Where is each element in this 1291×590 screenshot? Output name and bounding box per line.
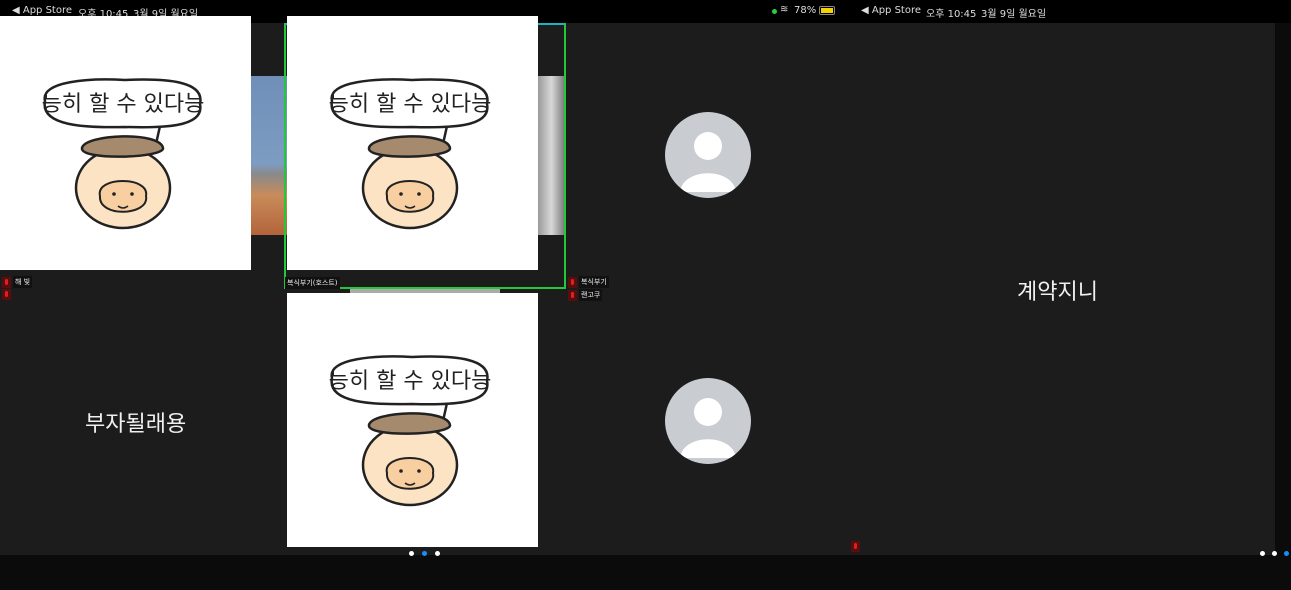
page-dot[interactable] — [409, 551, 414, 556]
participant-name: 부자될래용 — [85, 412, 187, 437]
page-dot[interactable] — [1260, 551, 1265, 556]
muted-mic-icon — [851, 541, 860, 552]
muted-mic-icon — [568, 276, 577, 288]
muted-mic-icon — [2, 276, 11, 288]
battery-icon — [819, 6, 835, 15]
muted-mic-icon — [2, 289, 11, 300]
muted-mic-icon — [568, 289, 577, 301]
sticker-image: 능히 할 수 있다능 — [287, 16, 538, 270]
participant-name: 계약지니 — [1017, 280, 1098, 305]
page-dot[interactable] — [435, 551, 440, 556]
status-date-2: 3월 9일 월요일 — [981, 9, 1047, 20]
status-time-2: 오후 10:45 — [926, 9, 977, 20]
back-to-app-store-2[interactable]: ◀ App Store — [861, 5, 921, 16]
wifi-icon: ≋ — [780, 4, 789, 15]
page-dot[interactable] — [1272, 551, 1277, 556]
participant-label: 해 빛 — [2, 276, 33, 288]
page-indicator[interactable] — [1260, 551, 1289, 556]
avatar — [665, 112, 751, 198]
sticker-image: 능히 할 수 있다능 — [0, 16, 251, 270]
camera-indicator-icon — [772, 9, 777, 14]
back-to-app-store[interactable]: ◀ App Store — [12, 5, 72, 16]
sticker-caption: 능히 할 수 있다능 — [329, 92, 492, 117]
page-indicator[interactable] — [409, 551, 440, 556]
battery-percent: 78% — [794, 5, 817, 16]
sticker-caption: 능히 할 수 있다능 — [329, 369, 492, 394]
participant-label: 복식부기 — [568, 276, 609, 288]
sticker-caption: 능히 할 수 있다능 — [42, 92, 205, 117]
participant-video-background — [250, 76, 287, 235]
participant-label: 랜고쿠 — [568, 289, 603, 301]
avatar — [665, 378, 751, 464]
page-dot-active[interactable] — [422, 551, 427, 556]
participant-label: 복식부기(호스트) — [285, 277, 340, 289]
sticker-image: 능히 할 수 있다능 — [287, 293, 538, 547]
page-dot-active[interactable] — [1284, 551, 1289, 556]
